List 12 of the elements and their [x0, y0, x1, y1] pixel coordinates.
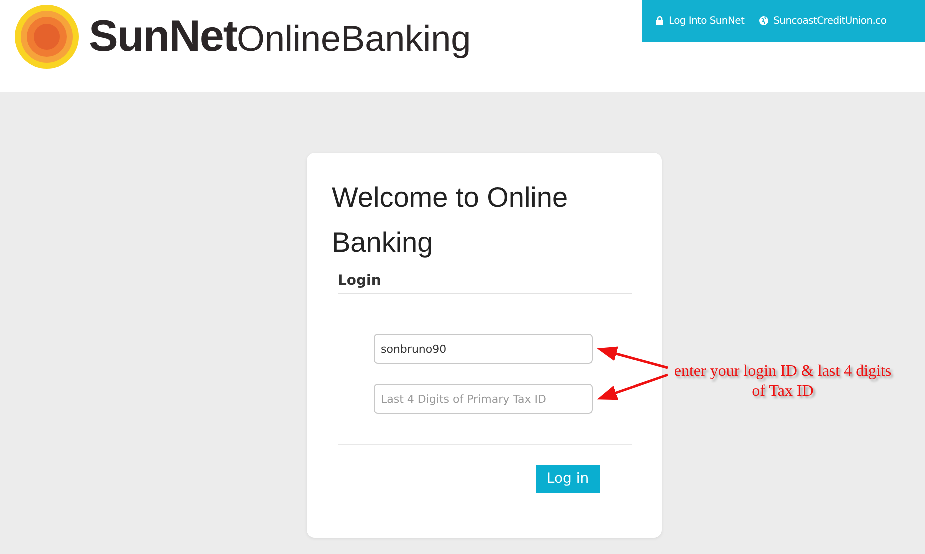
- lock-icon: [656, 16, 664, 26]
- login-button[interactable]: Log in: [536, 465, 600, 493]
- input-field[interactable]: Last 4 Digits of Primary Tax ID: [374, 384, 593, 414]
- card-title: Welcome to Online Banking: [332, 181, 570, 260]
- logo-wordmark: SunNetOnlineBanking: [89, 12, 472, 62]
- section-heading: Login: [338, 273, 632, 294]
- annotation-text: enter your login ID & last 4 digits of Tax ID: [673, 362, 893, 402]
- globe-icon: [758, 16, 769, 26]
- input-field[interactable]: sonbruno90: [374, 334, 593, 364]
- nav-link[interactable]: SuncoastCreditUnion.co: [758, 16, 887, 26]
- sun-logo-icon: [15, 5, 79, 69]
- nav-link[interactable]: Log Into SunNet: [656, 16, 745, 26]
